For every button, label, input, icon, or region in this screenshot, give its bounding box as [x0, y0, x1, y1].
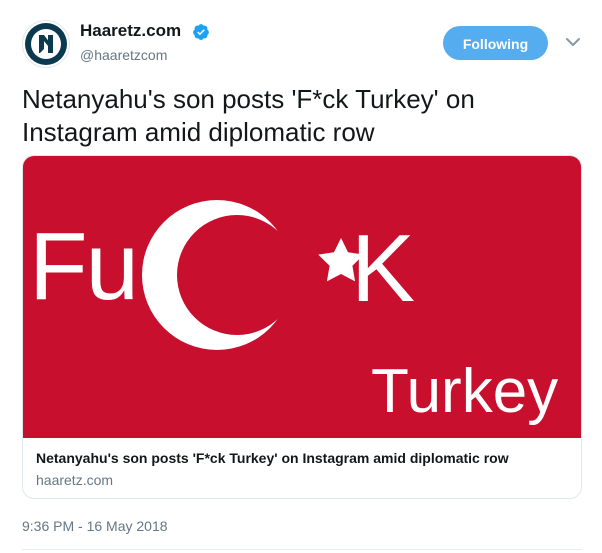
verified-badge-icon	[193, 24, 209, 40]
tweet-text: Netanyahu's son posts 'F*ck Turkey' on I…	[22, 84, 475, 147]
image-text-fu: Fu	[29, 213, 139, 320]
author-handle[interactable]: @haaretzcom	[80, 47, 167, 63]
card-image[interactable]: Fu K Turkey	[23, 156, 581, 438]
timestamp[interactable]: 9:36 PM - 16 May 2018	[22, 518, 168, 534]
card-title[interactable]: Netanyahu's son posts 'F*ck Turkey' on I…	[36, 450, 509, 466]
image-text-k: K	[351, 215, 416, 322]
author-name[interactable]: Haaretz.com	[80, 21, 181, 41]
image-text-turkey: Turkey	[371, 357, 559, 426]
haaretz-logo-icon	[25, 23, 67, 65]
chevron-down-icon[interactable]	[565, 36, 581, 48]
divider	[22, 549, 582, 550]
card-domain: haaretz.com	[36, 472, 114, 488]
link-card[interactable]: Fu K Turkey Netanyahu's son posts 'F*ck …	[22, 155, 582, 499]
following-button[interactable]: Following	[443, 26, 548, 60]
crescent-icon	[142, 200, 297, 350]
avatar[interactable]	[22, 20, 70, 68]
